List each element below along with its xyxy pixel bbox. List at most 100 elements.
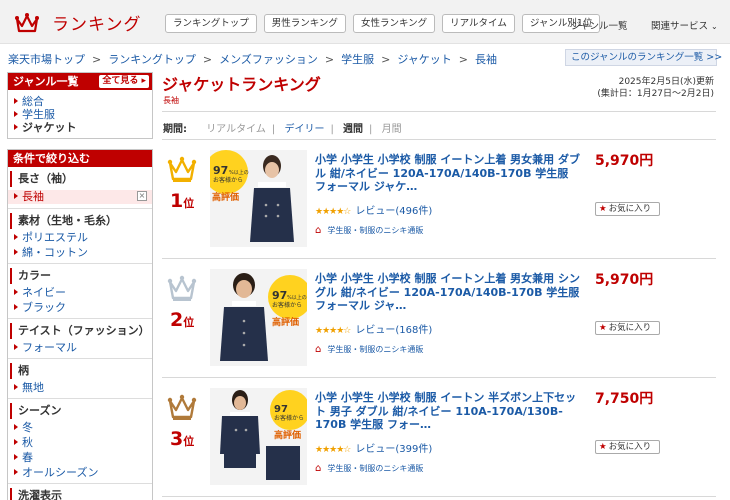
shop-link[interactable]: ⌂ 学生服・制服のニシキ通販	[315, 225, 423, 236]
svg-text:97: 97	[274, 404, 288, 415]
review-count: レビュー(399件)	[355, 444, 433, 455]
rank-suffix: 位	[183, 197, 195, 210]
favorite-button[interactable]: ★ お気に入り	[595, 321, 660, 335]
rank-number: 1位	[170, 190, 194, 212]
breadcrumb-item[interactable]: 長袖	[475, 53, 497, 66]
divider	[8, 208, 152, 209]
star-icon: ★	[599, 442, 607, 452]
favorite-label: お気に入り	[608, 204, 652, 214]
page-title: ジャケットランキング	[162, 75, 321, 94]
header: ランキング ランキングトップ 男性ランキング 女性ランキング リアルタイム ジャ…	[0, 0, 730, 44]
product-rating[interactable]: ★★★★☆ レビュー(496件)	[315, 202, 432, 217]
filter-option-winter[interactable]: 冬	[8, 421, 152, 434]
product-photo: 97 お客様から 高評価	[210, 388, 307, 485]
favorite-button[interactable]: ★ お気に入り	[595, 440, 660, 454]
breadcrumb-item[interactable]: 学生服	[341, 53, 374, 66]
tab-female-ranking[interactable]: 女性ランキング	[352, 14, 436, 33]
filter-option-plain[interactable]: 無地	[8, 381, 152, 394]
star-rating-icon: ★★★★☆	[315, 326, 351, 336]
page-subtitle: 長袖	[163, 96, 179, 105]
breadcrumb-item[interactable]: 楽天市場トップ	[8, 53, 85, 66]
filter-box: 条件で絞り込む 長さ（袖） 長袖 × 素材（生地・毛糸） ポリエステル 綿・コット…	[7, 149, 153, 500]
product-price: 5,970円	[595, 153, 654, 169]
period-daily[interactable]: デイリー	[284, 124, 324, 135]
period-selector: 期間: リアルタイム | デイリー | 週間 | 月間	[163, 120, 402, 135]
filter-option-black[interactable]: ブラック	[8, 301, 152, 314]
divider	[162, 258, 716, 259]
see-all-button[interactable]: 全て見る ▸	[99, 75, 149, 88]
divider	[8, 318, 152, 319]
divider	[162, 139, 716, 140]
filter-option-spring[interactable]: 春	[8, 451, 152, 464]
review-count: レビュー(496件)	[355, 206, 433, 217]
period-realtime: リアルタイム	[206, 124, 266, 135]
filter-option-polyester[interactable]: ポリエステル	[8, 231, 152, 244]
filter-option-formal[interactable]: フォーマル	[8, 341, 152, 354]
filter-option-navy[interactable]: ネイビー	[8, 286, 152, 299]
close-icon[interactable]: ×	[137, 191, 147, 201]
rank-suffix: 位	[183, 435, 195, 448]
product-name-link[interactable]: 小学 小学生 小学校 制服 イートン 半ズボン上下セット 男子 ダブル 紺/ネイ…	[315, 391, 583, 432]
ranking-item: 3位 97 お客様から 高評価 小学 小学生 小学校 制服 イートン 半ズボン上…	[162, 388, 716, 500]
genre-list-link[interactable]: ジャンル一覧	[571, 18, 628, 32]
divider	[8, 483, 152, 484]
genre-box-header: ジャンル一覧 全て見る ▸	[8, 73, 152, 90]
rank-value: 1	[170, 190, 184, 212]
filter-option-cotton[interactable]: 綿・コットン	[8, 246, 152, 259]
related-services-link[interactable]: 関連サービス ⌄	[651, 18, 718, 32]
svg-text:高評価: 高評価	[272, 316, 299, 328]
shop-link[interactable]: ⌂ 学生服・制服のニシキ通販	[315, 344, 423, 355]
product-photo: 97 %以上の お客様から 高評価	[210, 150, 307, 247]
logo-text: ランキング	[52, 15, 142, 35]
svg-text:お客様から: お客様から	[213, 176, 243, 184]
genre-ranking-list-button[interactable]: このジャンルのランキング一覧 >>	[565, 49, 722, 66]
star-rating-icon: ★★★★☆	[315, 207, 351, 217]
genre-link-overall[interactable]: 総合	[8, 95, 152, 108]
chevron-down-icon: ⌄	[711, 22, 718, 31]
filter-category-taste: テイスト（ファッション）	[10, 323, 152, 339]
star-icon: ★	[599, 323, 607, 333]
breadcrumb-separator: >	[324, 53, 335, 66]
home-icon: ⌂	[315, 463, 322, 474]
svg-text:%以上の: %以上の	[229, 169, 249, 176]
header-tabs: ランキングトップ 男性ランキング 女性ランキング リアルタイム ジャンル別1位	[165, 14, 607, 33]
breadcrumb-item[interactable]: ランキングトップ	[108, 53, 196, 66]
tab-male-ranking[interactable]: 男性ランキング	[263, 14, 346, 33]
product-image[interactable]: 97 お客様から 高評価	[210, 388, 307, 485]
ranking-logo[interactable]: ランキング	[14, 10, 142, 35]
favorite-button[interactable]: ★ お気に入り	[595, 202, 660, 216]
filter-option-autumn[interactable]: 秋	[8, 436, 152, 449]
rank-number: 2位	[170, 309, 194, 331]
genre-link-student-uniform[interactable]: 学生服	[8, 108, 152, 121]
divider	[162, 377, 716, 378]
product-price: 7,750円	[595, 391, 654, 407]
tab-ranking-top[interactable]: ランキングトップ	[165, 14, 257, 33]
product-name-link[interactable]: 小学 小学生 小学校 制服 イートン上着 男女兼用 ダブル 紺/ネイビー 120…	[315, 153, 583, 194]
svg-text:お客様から: お客様から	[274, 414, 304, 422]
rank-value: 2	[170, 309, 184, 331]
product-name-link[interactable]: 小学 小学生 小学校 制服 イートン上着 男女兼用 シングル 紺/ネイビー 12…	[315, 272, 583, 313]
filter-box-header: 条件で絞り込む	[8, 150, 152, 167]
tab-realtime[interactable]: リアルタイム	[442, 14, 515, 33]
favorite-label: お気に入り	[608, 442, 652, 452]
home-icon: ⌂	[315, 225, 322, 236]
period-label: 期間:	[163, 124, 187, 135]
product-image[interactable]: 97 %以上の お客様から 高評価	[210, 150, 307, 247]
period-separator: |	[330, 124, 334, 135]
shop-link[interactable]: ⌂ 学生服・制服のニシキ通販	[315, 463, 423, 474]
ranking-item: 1位 97 %以上の お客様から 高評価 小学 小学生 小学校 制服 イートン上…	[162, 150, 716, 262]
breadcrumb-item[interactable]: ジャケット	[397, 53, 451, 66]
ranking-item: 2位 97 %以上の お客様から 高評価 小学 小学生 小学校 制服 イートン上…	[162, 269, 716, 381]
review-count: レビュー(168件)	[355, 325, 433, 336]
filter-selected-long-sleeve[interactable]: 長袖 ×	[8, 190, 152, 204]
breadcrumb-item[interactable]: メンズファッション	[219, 53, 318, 66]
product-image[interactable]: 97 %以上の お客様から 高評価	[210, 269, 307, 366]
product-price: 5,970円	[595, 272, 654, 288]
product-rating[interactable]: ★★★★☆ レビュー(399件)	[315, 440, 432, 455]
filter-option-all-season[interactable]: オールシーズン	[8, 466, 152, 479]
favorite-label: お気に入り	[608, 323, 652, 333]
svg-text:お客様から: お客様から	[272, 301, 302, 309]
product-rating[interactable]: ★★★★☆ レビュー(168件)	[315, 321, 432, 336]
shop-name: 学生服・制服のニシキ通販	[327, 226, 424, 235]
shop-name: 学生服・制服のニシキ通販	[327, 345, 424, 354]
